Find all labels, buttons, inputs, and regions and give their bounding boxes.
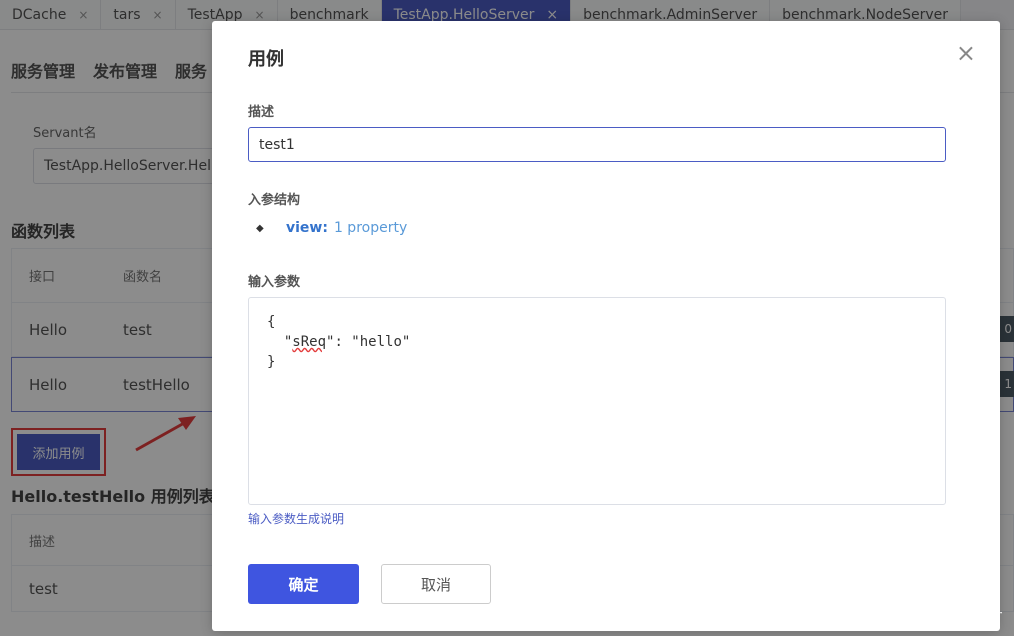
cancel-button[interactable]: 取消 [381, 564, 491, 604]
struct-label: 入参结构 [248, 193, 301, 208]
watermark: https://blog.csdn.net/Edidaughter [766, 608, 1002, 624]
desc-label: 描述 [248, 105, 275, 120]
desc-input[interactable] [248, 127, 946, 162]
confirm-button[interactable]: 确定 [248, 564, 359, 604]
case-modal: 用例 × 描述 入参结构 ◆ view: 1 property 输入参数 { "… [212, 21, 1000, 631]
struct-key[interactable]: view: [286, 220, 328, 236]
close-icon[interactable]: × [956, 41, 976, 65]
params-help-link[interactable]: 输入参数生成说明 [248, 510, 344, 527]
caret-right-icon[interactable]: ◆ [256, 223, 286, 234]
struct-value: 1 property [333, 220, 408, 236]
struct-tree: ◆ view: 1 property [256, 220, 407, 236]
modal-title: 用例 [248, 49, 284, 70]
params-label: 输入参数 [248, 275, 301, 290]
params-editor[interactable]: { "sReq": "hello" } [248, 297, 946, 505]
